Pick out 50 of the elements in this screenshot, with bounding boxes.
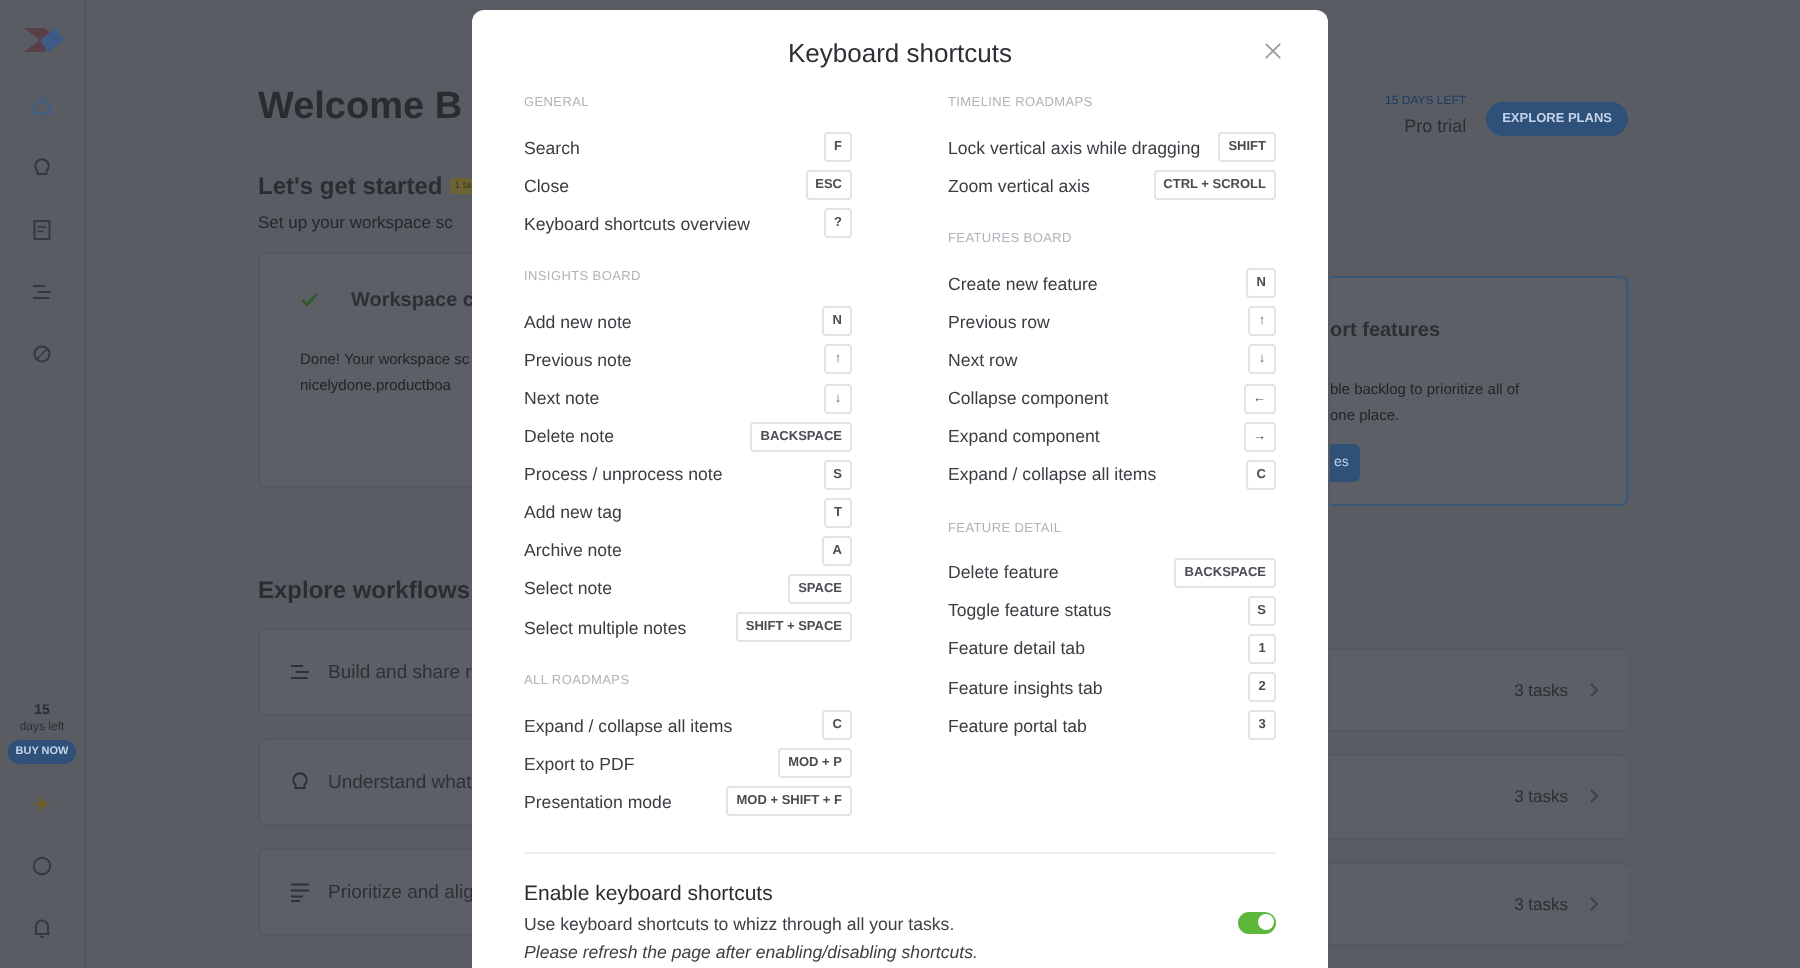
shortcut-label: Select multiple notes: [524, 617, 687, 638]
close-icon[interactable]: [1264, 42, 1282, 60]
setting-title: Enable keyboard shortcuts: [524, 880, 775, 911]
logo-icon[interactable]: [20, 24, 64, 56]
sparkle-icon[interactable]: [30, 792, 54, 816]
lightbulb-icon[interactable]: [30, 156, 54, 180]
shortcut-label: Close: [524, 175, 569, 196]
shortcut-label: Add new tag: [524, 502, 622, 523]
lines-icon[interactable]: [30, 280, 54, 304]
shortcut-label: Presentation mode: [524, 791, 672, 812]
shortcut-label: Keyboard shortcuts overview: [524, 213, 750, 234]
setting-description: Use keyboard shortcuts to whizz through all your tasks.: [524, 912, 957, 939]
list-icon: [288, 880, 312, 904]
shortcut-label: Toggle feature status: [948, 600, 1112, 621]
shortcut-label: Expand / collapse all items: [948, 464, 1157, 485]
shortcut-label: Previous row: [948, 311, 1050, 332]
circle-icon[interactable]: [30, 342, 54, 366]
shortcut-label: Create new feature: [948, 273, 1098, 294]
shortcut-label: Search: [524, 137, 580, 158]
help-icon[interactable]: [30, 854, 54, 878]
shortcut-label: Feature detail tab: [948, 638, 1085, 659]
document-icon[interactable]: [30, 218, 54, 242]
shortcut-label: Zoom vertical axis: [948, 175, 1090, 196]
shortcut-label: Previous note: [524, 349, 632, 370]
shortcut-label: Collapse component: [948, 388, 1109, 409]
shortcut-label: Expand / collapse all items: [524, 715, 733, 736]
shortcut-label: Archive note: [524, 540, 622, 561]
shortcut-label: Delete feature: [948, 562, 1059, 583]
shortcut-label: Add new note: [524, 311, 632, 332]
section-subtitle: Set up your workspace sc: [258, 212, 455, 232]
setting-note: Please refresh the page after enabling/disabling shortcuts.: [524, 940, 978, 967]
lightbulb-icon: [288, 770, 312, 794]
chevron-icon: [1588, 895, 1600, 912]
shortcut-label: Expand component: [948, 426, 1100, 447]
bell-icon[interactable]: [30, 916, 54, 940]
chevron-icon: [1588, 788, 1600, 805]
shortcut-label: Lock vertical axis while dragging: [948, 137, 1201, 158]
shortcut-label: Feature portal tab: [948, 715, 1087, 736]
chevron-icon: [1588, 681, 1600, 698]
shortcut-label: Next note: [524, 388, 600, 409]
shortcut-label: Feature insights tab: [948, 677, 1103, 698]
home-icon[interactable]: [30, 94, 54, 118]
shortcut-label: Next row: [948, 349, 1018, 370]
shortcut-label: Select note: [524, 578, 613, 599]
toggle-switch[interactable]: [1238, 911, 1276, 934]
lines-icon: [288, 660, 312, 684]
shortcut-label: Export to PDF: [524, 753, 635, 774]
dialog-title: Keyboard shortcuts: [787, 37, 1012, 67]
shortcut-label: Process / unprocess note: [524, 464, 723, 485]
shortcut-label: Delete note: [524, 426, 614, 447]
